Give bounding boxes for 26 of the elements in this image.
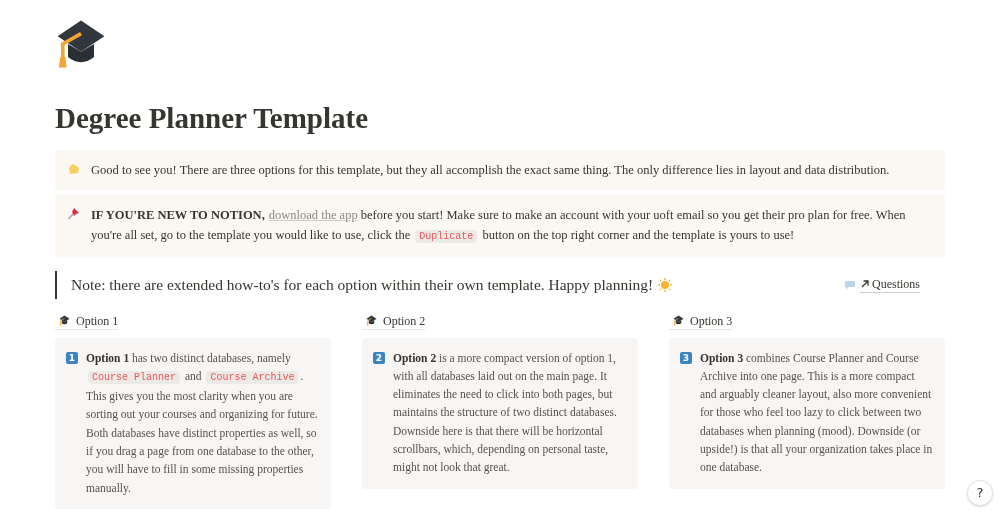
graduation-cap-icon	[673, 315, 684, 326]
speech-bubble-icon	[844, 279, 856, 290]
inline-code: Course Planner	[88, 370, 180, 384]
callout-text: Good to see you! There are three options for this template, but they all accomplish the exact same thing. The only difference lies in layout and data distribution.	[91, 162, 890, 180]
number-badge: 1	[66, 351, 78, 364]
callout-text: IF YOU'RE NEW TO NOTION, download the app before you start! Make sure to make an account with your uoft email so you get their pro plan for free. When you're all set, go to the template you would like to use, click the Duplicate button on the top right corner and the template is yours to use!	[91, 207, 907, 246]
arrow-icon	[860, 279, 870, 290]
option-description: Option 2 is a more compact version of option 1, with all databases laid out on the main page. It eliminates the need to click into both pages, but maintains the structure of two distinct databases. Downside here is that there will be horizontal scrollbars, which, depending on personal taste, might not look that great.	[393, 350, 618, 476]
option-link[interactable]: Option 3	[669, 312, 733, 330]
number-badge: 2	[373, 351, 385, 364]
inline-code: Course Archive	[206, 370, 299, 384]
sun-icon	[657, 276, 674, 293]
help-button[interactable]: ?	[967, 480, 993, 506]
quote-text: Note: there are extended how-to's for each option within their own template. Happy planning!	[71, 275, 654, 296]
questions-link[interactable]: Questions	[860, 276, 920, 293]
pushpin-icon	[67, 207, 81, 222]
option-link[interactable]: Option 2	[362, 312, 426, 330]
option-description: Option 1 has two distinct databases, namely Course Planner and Course Archive . This gives you the most clarity when you are sorting out your courses and organizing for future. Both databases have distinct properties as well, so if you drag a page from one database to the other, you will have to fill in some missing properties manually.	[86, 350, 319, 497]
option-link[interactable]: Option 1	[55, 312, 119, 330]
page-title: Degree Planner Template	[55, 101, 370, 136]
graduation-cap-icon	[366, 315, 377, 326]
inline-code: Duplicate	[415, 230, 478, 244]
graduation-cap-icon	[59, 315, 70, 326]
option-description: Option 3 combines Course Planner and Course Archive into one page. This is a more compact and arguably cleaner layout, also more convenient for those who feel too lazy to click between two databases when planning (mood). Downside (or upside!) is that all your organization takes place in one database.	[700, 350, 933, 476]
graduation-cap-icon	[55, 18, 107, 70]
number-badge: 3	[680, 351, 692, 364]
